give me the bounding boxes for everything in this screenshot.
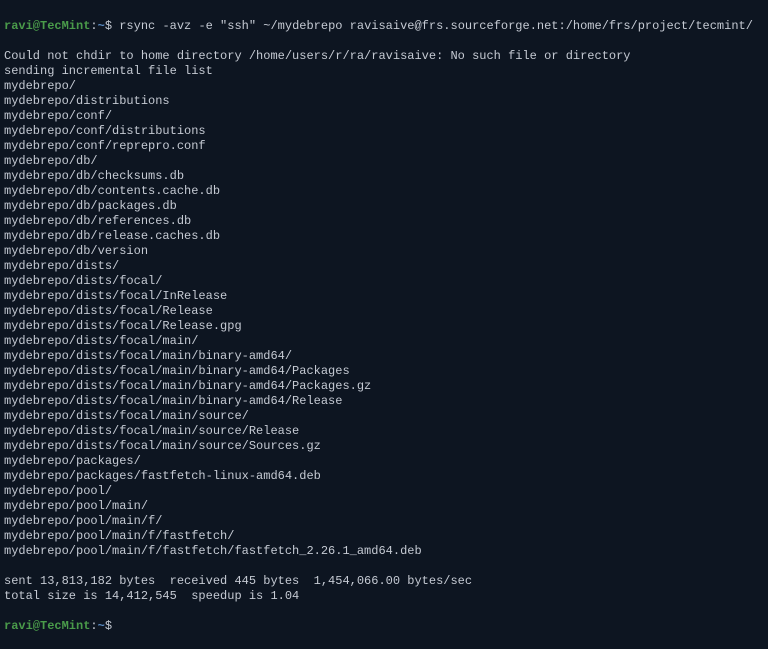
output-line: mydebrepo/db/version xyxy=(4,244,764,259)
output-line: mydebrepo/pool/ xyxy=(4,484,764,499)
prompt-separator: : xyxy=(90,19,97,33)
output-line: mydebrepo/dists/focal/InRelease xyxy=(4,289,764,304)
prompt-path: ~ xyxy=(98,619,105,633)
output-line: mydebrepo/conf/distributions xyxy=(4,124,764,139)
output-line: mydebrepo/pool/main/ xyxy=(4,499,764,514)
output-line: mydebrepo/dists/focal/main/ xyxy=(4,334,764,349)
output-line: mydebrepo/dists/focal/main/binary-amd64/… xyxy=(4,364,764,379)
output-line: mydebrepo/db/ xyxy=(4,154,764,169)
output-line: mydebrepo/dists/focal/main/source/Source… xyxy=(4,439,764,454)
output-line: mydebrepo/dists/focal/main/source/Releas… xyxy=(4,424,764,439)
output-line: mydebrepo/dists/focal/main/binary-amd64/… xyxy=(4,394,764,409)
output-line: mydebrepo/conf/reprepro.conf xyxy=(4,139,764,154)
prompt-separator: : xyxy=(90,619,97,633)
output-line: mydebrepo/db/release.caches.db xyxy=(4,229,764,244)
output-line: mydebrepo/dists/focal/main/source/ xyxy=(4,409,764,424)
output-line: mydebrepo/conf/ xyxy=(4,109,764,124)
output-line: mydebrepo/distributions xyxy=(4,94,764,109)
output-container: Could not chdir to home directory /home/… xyxy=(4,49,764,604)
prompt-dollar: $ xyxy=(105,19,119,33)
output-line: mydebrepo/dists/focal/main/binary-amd64/… xyxy=(4,379,764,394)
output-line: mydebrepo/pool/main/f/fastfetch/ xyxy=(4,529,764,544)
output-line: mydebrepo/dists/focal/Release xyxy=(4,304,764,319)
output-line: mydebrepo/ xyxy=(4,79,764,94)
output-line: mydebrepo/db/checksums.db xyxy=(4,169,764,184)
command-line: ravi@TecMint:~$ rsync -avz -e "ssh" ~/my… xyxy=(4,19,764,34)
prompt-line-2: ravi@TecMint:~$ xyxy=(4,619,764,634)
output-line: mydebrepo/dists/ xyxy=(4,259,764,274)
output-line: mydebrepo/dists/focal/main/binary-amd64/ xyxy=(4,349,764,364)
output-line: mydebrepo/dists/focal/ xyxy=(4,274,764,289)
output-line: mydebrepo/pool/main/f/fastfetch/fastfetc… xyxy=(4,544,764,559)
output-line: total size is 14,412,545 speedup is 1.04 xyxy=(4,589,764,604)
output-line: mydebrepo/pool/main/f/ xyxy=(4,514,764,529)
output-line: mydebrepo/packages/fastfetch-linux-amd64… xyxy=(4,469,764,484)
output-line: Could not chdir to home directory /home/… xyxy=(4,49,764,64)
prompt-user: ravi@TecMint xyxy=(4,19,90,33)
prompt-user: ravi@TecMint xyxy=(4,619,90,633)
output-line: sent 13,813,182 bytes received 445 bytes… xyxy=(4,574,764,589)
terminal[interactable]: ravi@TecMint:~$ rsync -avz -e "ssh" ~/my… xyxy=(4,4,764,649)
output-line: sending incremental file list xyxy=(4,64,764,79)
output-line: mydebrepo/db/references.db xyxy=(4,214,764,229)
command-text: rsync -avz -e "ssh" ~/mydebrepo ravisaiv… xyxy=(119,19,753,33)
prompt-path: ~ xyxy=(98,19,105,33)
output-line: mydebrepo/db/packages.db xyxy=(4,199,764,214)
output-line: mydebrepo/packages/ xyxy=(4,454,764,469)
prompt-dollar: $ xyxy=(105,619,119,633)
output-line: mydebrepo/dists/focal/Release.gpg xyxy=(4,319,764,334)
output-line: mydebrepo/db/contents.cache.db xyxy=(4,184,764,199)
output-line xyxy=(4,559,764,574)
